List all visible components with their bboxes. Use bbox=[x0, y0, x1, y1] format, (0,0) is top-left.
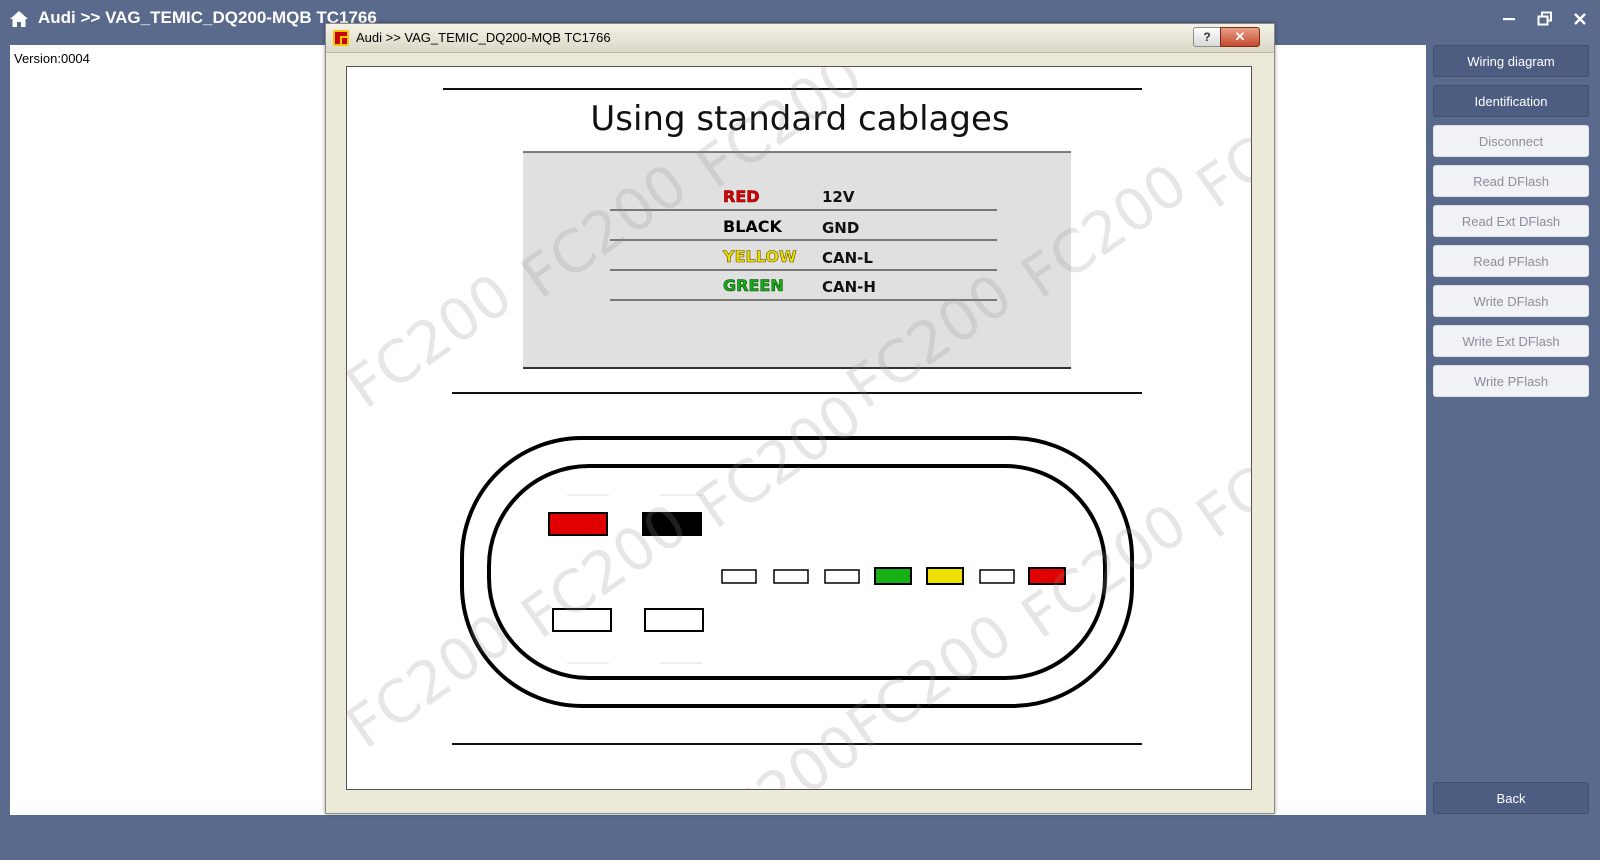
wiring-diagram-drawing: RED BLACK YELLOW GREEN 12V GND CAN-L CAN… bbox=[443, 88, 1142, 745]
home-icon[interactable] bbox=[9, 9, 29, 29]
disconnect-button[interactable]: Disconnect bbox=[1433, 125, 1589, 157]
restore-icon[interactable] bbox=[1532, 8, 1558, 30]
status-bar bbox=[0, 828, 1600, 860]
wire-signal-can-h: CAN-H bbox=[822, 278, 876, 296]
minimize-icon[interactable] bbox=[1496, 8, 1522, 30]
wire-color-yellow-label: YELLOW bbox=[722, 247, 797, 266]
pin-empty-large bbox=[552, 608, 612, 632]
pin-empty-large bbox=[644, 608, 704, 632]
wiring-diagram-image: RED BLACK YELLOW GREEN 12V GND CAN-L CAN… bbox=[346, 66, 1252, 790]
pin-gnd-black bbox=[642, 512, 702, 536]
wiring-diagram-dialog: Audi >> VAG_TEMIC_DQ200-MQB TC1766 ? ✕ R… bbox=[325, 23, 1275, 814]
wiring-diagram-button[interactable]: Wiring diagram bbox=[1433, 45, 1589, 77]
pin-can-h-green bbox=[874, 567, 912, 585]
read-dflash-button[interactable]: Read DFlash bbox=[1433, 165, 1589, 197]
sidebar: Wiring diagram Identification Disconnect… bbox=[1430, 45, 1594, 815]
wire-color-black-label: BLACK bbox=[723, 217, 783, 236]
wire-table-background bbox=[523, 152, 1071, 368]
pin-empty bbox=[773, 569, 809, 584]
wire-signal-12v: 12V bbox=[822, 188, 855, 206]
pin-12v-red bbox=[548, 512, 608, 536]
dialog-close-button[interactable]: ✕ bbox=[1220, 27, 1260, 47]
dialog-title: Audi >> VAG_TEMIC_DQ200-MQB TC1766 bbox=[356, 30, 611, 45]
pin-12v-red-small bbox=[1028, 567, 1066, 585]
diagram-heading: Using standard cablages bbox=[590, 99, 1010, 139]
read-pflash-button[interactable]: Read PFlash bbox=[1433, 245, 1589, 277]
version-label: Version:0004 bbox=[14, 51, 90, 66]
dialog-titlebar[interactable]: Audi >> VAG_TEMIC_DQ200-MQB TC1766 ? ✕ bbox=[326, 24, 1274, 53]
wire-color-red-label: RED bbox=[723, 187, 760, 206]
pin-can-l-yellow bbox=[926, 567, 964, 585]
write-ext-dflash-button[interactable]: Write Ext DFlash bbox=[1433, 325, 1589, 357]
pin-empty bbox=[721, 569, 757, 584]
pin-empty bbox=[824, 569, 860, 584]
read-ext-dflash-button[interactable]: Read Ext DFlash bbox=[1433, 205, 1589, 237]
write-pflash-button[interactable]: Write PFlash bbox=[1433, 365, 1589, 397]
write-dflash-button[interactable]: Write DFlash bbox=[1433, 285, 1589, 317]
back-button[interactable]: Back bbox=[1433, 782, 1589, 814]
app-logo-icon bbox=[333, 30, 349, 46]
close-icon[interactable] bbox=[1567, 8, 1593, 30]
help-button[interactable]: ? bbox=[1193, 27, 1221, 47]
wire-signal-gnd: GND bbox=[822, 219, 859, 237]
pin-empty bbox=[979, 569, 1015, 584]
identification-button[interactable]: Identification bbox=[1433, 85, 1589, 117]
wire-color-green-label: GREEN bbox=[723, 276, 784, 295]
wire-signal-can-l: CAN-L bbox=[822, 249, 873, 267]
